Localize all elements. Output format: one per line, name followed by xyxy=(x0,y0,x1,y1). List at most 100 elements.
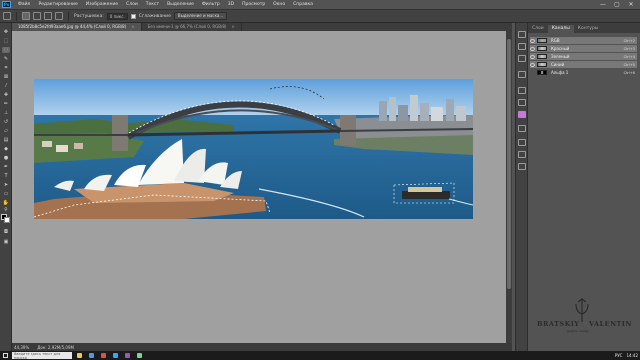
eyedropper-tool-icon[interactable]: ⁄ xyxy=(2,83,10,89)
type-tool-icon[interactable]: T xyxy=(2,173,10,179)
intersect-selection-icon[interactable] xyxy=(55,12,63,20)
separator xyxy=(68,11,69,21)
dodge-tool-icon[interactable]: ● xyxy=(2,155,10,161)
channels-panel-icon[interactable] xyxy=(518,139,526,146)
taskbar-app-photoshop[interactable] xyxy=(111,351,120,360)
clock[interactable]: 14:42 xyxy=(626,353,638,358)
move-tool-icon[interactable]: ✥ xyxy=(2,29,10,35)
visibility-off-icon[interactable] xyxy=(530,71,535,75)
brush-tool-icon[interactable]: ✏ xyxy=(2,101,10,107)
taskbar-app-media[interactable] xyxy=(99,351,108,360)
adjustments-panel-icon[interactable] xyxy=(518,55,526,62)
crop-tool-icon[interactable]: ⌗ xyxy=(2,65,10,71)
antialias-label: Сглаживание xyxy=(138,13,171,19)
libraries-panel-icon[interactable] xyxy=(518,111,526,118)
properties-panel-icon[interactable] xyxy=(518,43,526,50)
character-panel-icon[interactable] xyxy=(518,87,526,94)
visibility-eye-icon[interactable] xyxy=(530,38,535,43)
menu-edit[interactable]: Редактирование xyxy=(34,2,81,7)
layers-panel-icon[interactable] xyxy=(518,125,526,132)
channel-row-green[interactable]: Зеленый Ctrl+4 xyxy=(530,53,637,60)
taskbar-app-recorder[interactable] xyxy=(123,351,132,360)
channel-shortcut: Ctrl+6 xyxy=(623,70,635,75)
new-selection-icon[interactable] xyxy=(22,12,30,20)
eraser-tool-icon[interactable]: ▱ xyxy=(2,128,10,134)
visibility-eye-icon[interactable] xyxy=(530,62,535,67)
channel-row-alpha[interactable]: Альфа 1 Ctrl+6 xyxy=(530,69,637,76)
menu-type[interactable]: Текст xyxy=(142,2,163,7)
rectangle-tool-icon[interactable]: ▭ xyxy=(2,191,10,197)
add-selection-icon[interactable] xyxy=(33,12,41,20)
panel-dock xyxy=(515,23,528,351)
gradient-tool-icon[interactable]: ▤ xyxy=(2,137,10,143)
visibility-eye-icon[interactable] xyxy=(530,54,535,59)
channel-name: RGB xyxy=(551,38,560,43)
tab-channels[interactable]: Каналы xyxy=(547,25,574,33)
canvas-workspace[interactable] xyxy=(12,31,512,343)
antialias-checkbox[interactable] xyxy=(130,13,136,19)
scrollbar-thumb[interactable] xyxy=(507,39,511,289)
quick-mask-icon[interactable]: ◘ xyxy=(2,229,10,235)
menu-view[interactable]: Просмотр xyxy=(238,2,269,7)
close-button[interactable]: ✕ xyxy=(624,0,638,9)
swatches-panel-icon[interactable] xyxy=(518,71,526,78)
feather-label: Растушевка: xyxy=(74,13,104,19)
vertical-scrollbar[interactable] xyxy=(506,31,512,343)
channel-row-blue[interactable]: Синий Ctrl+5 xyxy=(530,61,637,68)
subtract-selection-icon[interactable] xyxy=(44,12,52,20)
blur-tool-icon[interactable]: ◆ xyxy=(2,146,10,152)
close-tab-icon[interactable]: × xyxy=(131,24,134,29)
document-size: Док: 2,92M/5,09M xyxy=(37,344,74,350)
screen-mode-icon[interactable]: ▣ xyxy=(2,239,10,245)
marquee-tool-icon[interactable]: ⬚ xyxy=(2,38,10,44)
lasso-tool-icon[interactable]: ◌ xyxy=(2,47,10,53)
tab-paths[interactable]: Контуры xyxy=(574,25,603,33)
styles-panel-icon[interactable] xyxy=(518,163,526,170)
document-canvas[interactable] xyxy=(34,79,473,219)
pen-tool-icon[interactable]: ✒ xyxy=(2,164,10,170)
lasso-tool-preset-icon[interactable] xyxy=(3,12,11,20)
menu-filter[interactable]: Фильтр xyxy=(198,2,224,7)
history-panel-icon[interactable] xyxy=(518,31,526,38)
windows-taskbar: Введите здесь текст для поиска РУС 14:42 xyxy=(0,351,640,360)
keyboard-language[interactable]: РУС xyxy=(615,353,623,358)
menu-help[interactable]: Справка xyxy=(289,2,317,7)
maximize-button[interactable]: ▢ xyxy=(610,0,624,9)
menu-image[interactable]: Изображение xyxy=(82,2,122,7)
taskbar-app-mail[interactable] xyxy=(135,351,144,360)
tab-document-1[interactable]: 1085f2b8c5e2fd93aae6.jpg @ 44,4% (Слой 0… xyxy=(12,23,142,31)
paragraph-panel-icon[interactable] xyxy=(518,99,526,106)
channel-shortcut: Ctrl+3 xyxy=(623,46,635,51)
path-selection-tool-icon[interactable]: ➤ xyxy=(2,182,10,188)
visibility-eye-icon[interactable] xyxy=(530,46,535,51)
history-brush-tool-icon[interactable]: ↺ xyxy=(2,119,10,125)
healing-brush-tool-icon[interactable]: ✚ xyxy=(2,92,10,98)
frame-tool-icon[interactable]: ⊠ xyxy=(2,74,10,80)
taskbar-app-browser[interactable] xyxy=(87,351,96,360)
channel-row-red[interactable]: Красный Ctrl+3 xyxy=(530,45,637,52)
feather-input[interactable]: 0 пикс. xyxy=(106,12,128,20)
channel-shortcut: Ctrl+5 xyxy=(623,62,635,67)
clone-stamp-tool-icon[interactable]: ⊥ xyxy=(2,110,10,116)
paths-panel-icon[interactable] xyxy=(518,151,526,158)
zoom-tool-icon[interactable]: ⚲ xyxy=(2,207,10,213)
quick-selection-tool-icon[interactable]: ✎ xyxy=(2,56,10,62)
background-color-swatch[interactable] xyxy=(4,217,10,223)
menu-file[interactable]: Файл xyxy=(14,2,34,7)
menu-window[interactable]: Окно xyxy=(269,2,289,7)
menu-layers[interactable]: Слои xyxy=(122,2,142,7)
menu-3d[interactable]: 3D xyxy=(224,2,238,7)
close-tab-icon[interactable]: × xyxy=(231,24,234,29)
mail-icon xyxy=(137,353,142,358)
tab-layers[interactable]: Слои xyxy=(528,25,548,33)
zoom-level[interactable]: 44,39% xyxy=(14,345,29,350)
channel-row-rgb[interactable]: RGB Ctrl+2 xyxy=(530,37,637,44)
tab-document-2[interactable]: Без имени-1 @ 66,7% (Слой 0, RGB/8) × xyxy=(141,23,242,31)
select-and-mask-button[interactable]: Выделение и маска... xyxy=(173,12,228,20)
start-button[interactable] xyxy=(0,351,10,360)
hand-tool-icon[interactable]: ✋ xyxy=(2,200,10,206)
minimize-button[interactable]: — xyxy=(596,0,610,9)
menu-select[interactable]: Выделение xyxy=(163,2,198,7)
taskbar-search-input[interactable]: Введите здесь текст для поиска xyxy=(12,352,72,360)
taskbar-app-explorer[interactable] xyxy=(75,351,84,360)
